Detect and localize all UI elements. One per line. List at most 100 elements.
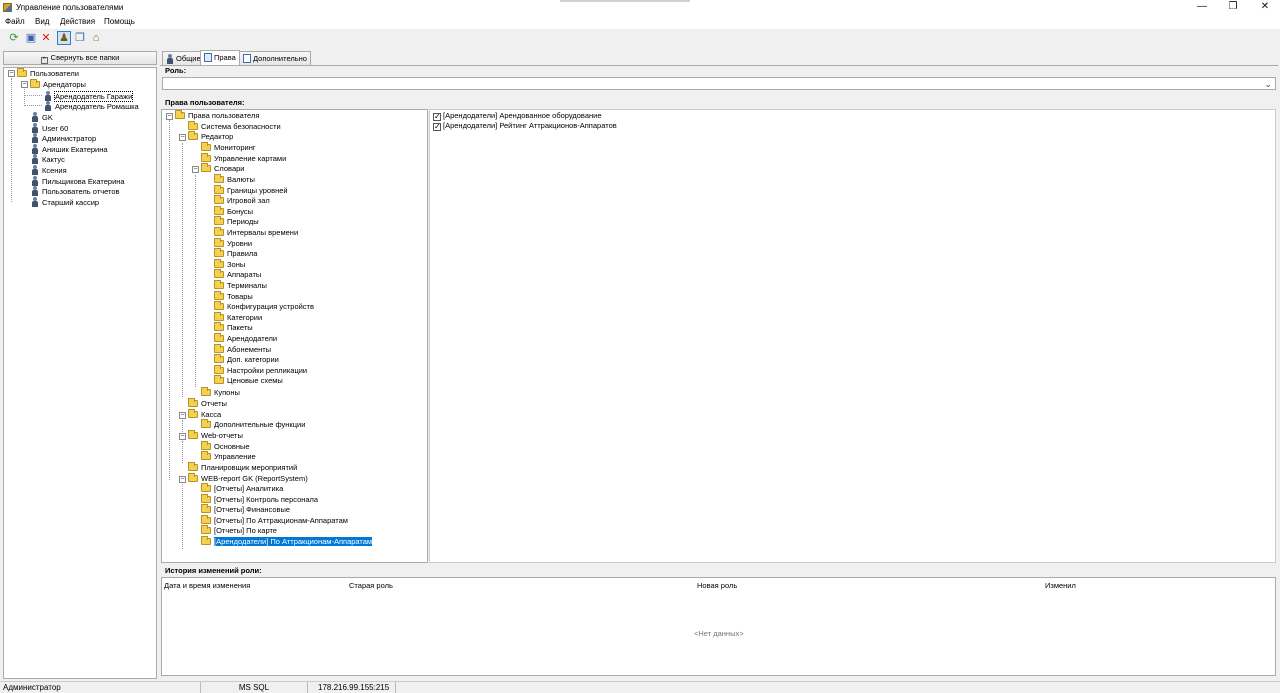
collapse-all-label: Свернуть все папки [50, 53, 120, 62]
tree-user-tenant-2[interactable]: Арендодатель Ромашка [44, 101, 139, 111]
history-table[interactable]: Дата и время изменения Старая роль Новая… [161, 577, 1276, 676]
tree-label: Управление [214, 452, 256, 461]
tree-user[interactable]: Старший кассир [31, 197, 99, 207]
tab-general[interactable]: Общие [162, 51, 205, 65]
rights-security[interactable]: Система безопасности [188, 121, 281, 132]
collapse-toggle[interactable]: − [8, 70, 15, 77]
tree-user-tenant-1[interactable]: Арендодатель Гаражи [44, 91, 134, 102]
minimize-button[interactable]: — [1191, 1, 1213, 13]
collapse-toggle[interactable]: − [179, 476, 186, 483]
rights-dictionary-item[interactable]: Абонементы [214, 343, 271, 355]
collapse-toggle[interactable]: − [179, 134, 186, 141]
rights-dictionary-item[interactable]: Терминалы [214, 280, 267, 291]
column-header[interactable]: Новая роль [697, 581, 737, 590]
rights-dictionary-item[interactable]: Зоны [214, 258, 245, 270]
column-header[interactable]: Изменил [1045, 581, 1076, 590]
collapse-toggle[interactable]: − [21, 81, 28, 88]
rights-dictionary-item[interactable]: Арендодатели [214, 333, 277, 344]
rights-dictionary-item[interactable]: Товары [214, 290, 253, 302]
tree-user[interactable]: User 60 [31, 123, 68, 133]
rights-extra-functions[interactable]: Дополнительные функции [201, 419, 305, 430]
folder-icon [214, 248, 224, 258]
tree-label: GK [42, 113, 53, 122]
rights-gk-report-item[interactable]: [Отчеты] Финансовые [201, 504, 290, 515]
menu-file[interactable]: Файл [5, 17, 25, 26]
tree-user[interactable]: Кактус [31, 154, 65, 164]
rights-dictionary-item[interactable]: Правила [214, 248, 257, 259]
tree-user[interactable]: Администратор [31, 133, 96, 143]
folder-icon [188, 473, 198, 482]
rights-dictionary-item[interactable]: Ценовые схемы [214, 375, 283, 386]
rights-dictionary-item[interactable]: Пакеты [214, 322, 253, 333]
rights-web-mgmt[interactable]: Управление [201, 451, 256, 462]
collapse-all-button[interactable]: ^ Свернуть все папки [3, 51, 157, 65]
tree-user[interactable]: GK [31, 112, 53, 122]
rights-dictionary-item[interactable]: Категории [214, 311, 262, 323]
rights-gk-report-item[interactable]: [Арендодатели] По Аттракционам-Аппаратам [201, 536, 373, 547]
rights-gk-report-item[interactable]: [Отчеты] Аналитика [201, 483, 283, 494]
rights-scheduler[interactable]: Планировщик мероприятий [188, 462, 297, 473]
folder-icon [214, 375, 224, 385]
collapse-toggle[interactable]: − [179, 433, 186, 440]
rights-gk-report-item[interactable]: [Отчеты] По Аттракционам-Аппаратам [201, 514, 348, 526]
rights-web-main[interactable]: Основные [201, 441, 250, 452]
rights-editor[interactable]: Редактор [188, 131, 233, 142]
folder-icon [214, 343, 224, 353]
tab-rights[interactable]: Права [200, 50, 240, 66]
rights-reports[interactable]: Отчеты [188, 398, 227, 409]
close-button[interactable]: ✕ [1254, 1, 1276, 13]
refresh-icon[interactable]: ⟳ [7, 31, 21, 45]
tab-additional[interactable]: Дополнительно [239, 51, 311, 65]
rights-root[interactable]: Права пользователя [175, 110, 259, 121]
tree-icon[interactable]: ⌂ [89, 31, 103, 45]
rights-monitoring[interactable]: Мониторинг [201, 142, 256, 153]
checkbox[interactable]: ✓ [433, 123, 441, 131]
rights-dictionary-item[interactable]: Конфигурация устройств [214, 301, 314, 312]
rights-dictionary-item[interactable]: Границы уровней [214, 184, 288, 196]
users-icon[interactable]: ♟ [57, 31, 71, 45]
rights-web-reports[interactable]: Web-отчеты [188, 430, 243, 441]
tree-label: Уровни [227, 238, 253, 248]
checked-rights-list[interactable]: ✓ [Арендодатели] Арендованное оборудован… [429, 109, 1276, 563]
rights-tree[interactable]: − Права пользователя Система безопасност… [161, 109, 428, 563]
rights-card-mgmt[interactable]: Управление картами [201, 153, 286, 164]
rights-dictionary-item[interactable]: Настройки репликации [214, 364, 307, 376]
copy-icon[interactable]: ❐ [73, 31, 87, 45]
tree-user[interactable]: Пильщикова Екатерина [31, 176, 125, 186]
tree-group-tenants[interactable]: Арендаторы [30, 79, 86, 90]
column-header[interactable]: Старая роль [349, 581, 393, 590]
tree-user[interactable]: Пользователь отчетов [31, 186, 120, 196]
chevron-down-icon[interactable]: ⌄ [1264, 78, 1272, 90]
tree-user[interactable]: Анишик Екатерина [31, 144, 108, 154]
rights-coupons[interactable]: Купоны [201, 387, 240, 398]
maximize-button[interactable]: ❐ [1222, 1, 1244, 13]
rights-gk-report-item[interactable]: [Отчеты] По карте [201, 525, 277, 536]
rights-dictionary-item[interactable]: Аппараты [214, 269, 261, 280]
tree-root-users[interactable]: Пользователи [17, 68, 79, 79]
menu-help[interactable]: Помощь [104, 17, 135, 26]
column-header[interactable]: Дата и время изменения [164, 581, 250, 590]
rights-dictionary-item[interactable]: Доп. категории [214, 354, 279, 365]
tree-label: Словари [214, 164, 245, 173]
rights-dictionary-item[interactable]: Уровни [214, 237, 253, 249]
delete-icon[interactable]: ✕ [39, 31, 53, 45]
collapse-toggle[interactable]: − [192, 166, 199, 173]
rights-dictionary-item[interactable]: Игровой зал [214, 195, 270, 206]
tree-user[interactable]: Ксения [31, 165, 67, 175]
folder-icon [201, 493, 211, 503]
menu-actions[interactable]: Действия [60, 17, 95, 26]
rights-gk-report-item[interactable]: [Отчеты] Контроль персонала [201, 493, 318, 505]
rights-dictionary-item[interactable]: Периоды [214, 216, 259, 227]
users-tree[interactable]: − Пользователи − Арендаторы Арендодатель… [3, 67, 157, 679]
save-icon[interactable]: ▣ [24, 31, 38, 45]
rights-dictionary-item[interactable]: Интервалы времени [214, 227, 298, 238]
tree-label: Основные [214, 442, 250, 451]
collapse-toggle[interactable]: − [166, 113, 173, 120]
collapse-toggle[interactable]: − [179, 412, 186, 419]
rights-dictionary-item[interactable]: Бонусы [214, 205, 253, 217]
menu-view[interactable]: Вид [35, 17, 49, 26]
checkbox[interactable]: ✓ [433, 113, 441, 121]
rights-dictionary-item[interactable]: Валюты [214, 174, 255, 185]
role-select[interactable]: ⌄ [162, 77, 1276, 90]
rights-dictionaries[interactable]: Словари [201, 163, 245, 174]
